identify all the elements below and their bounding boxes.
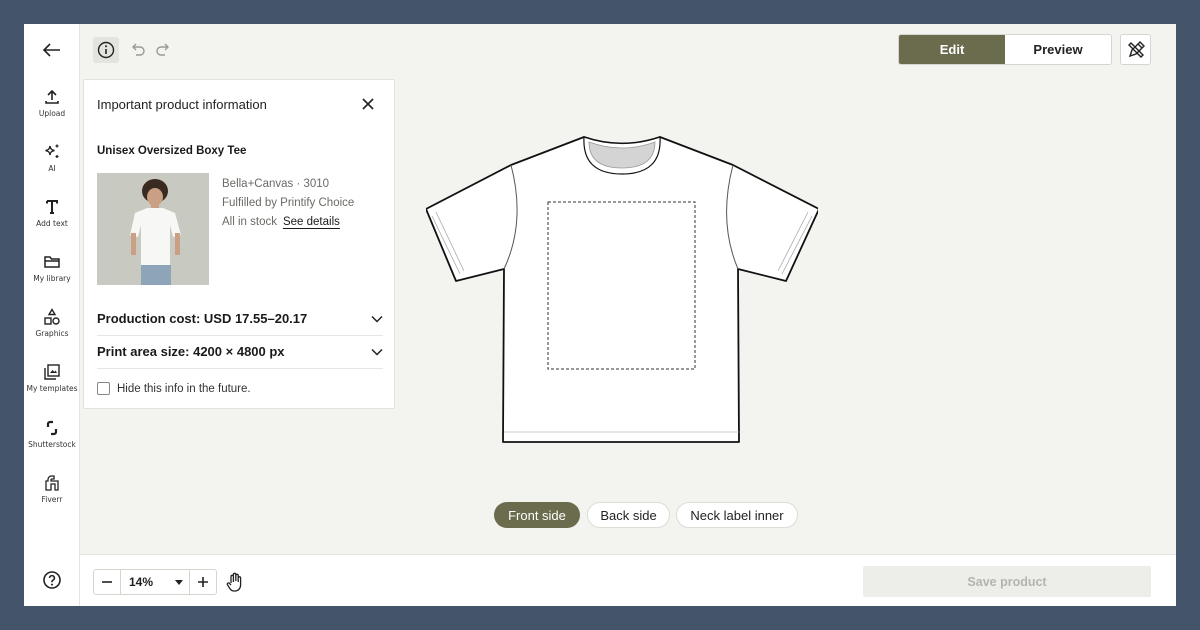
zoom-in-button[interactable] [190, 570, 216, 594]
folder-icon [44, 256, 60, 268]
sidebar-item-shutterstock[interactable]: Shutterstock [24, 419, 80, 463]
preview-button[interactable]: Preview [1005, 35, 1111, 64]
sidebar-item-fiverr[interactable]: Fiverr [24, 474, 80, 518]
hide-info-label: Hide this info in the future. [117, 382, 251, 395]
chevron-down-icon [371, 348, 383, 356]
arrow-left-icon [43, 43, 60, 57]
panel-title: Important product information [97, 97, 267, 112]
sidebar: Upload AI Add text My library Graphics M… [24, 24, 80, 606]
fulfillment-info: Fulfilled by Printify Choice [222, 197, 355, 209]
sidebar-item-my-library[interactable]: My library [24, 253, 80, 297]
stock-row: All in stock See details [222, 216, 340, 228]
sidebar-item-label: Graphics [35, 329, 69, 338]
product-info-panel: Important product information Unisex Ove… [83, 79, 395, 409]
hide-info-option[interactable]: Hide this info in the future. [97, 382, 251, 395]
info-button[interactable] [93, 37, 119, 63]
upload-icon [45, 89, 59, 104]
redo-icon [156, 43, 169, 56]
zoom-control: 14% [93, 569, 217, 595]
chevron-down-icon [371, 315, 383, 323]
redo-button[interactable] [150, 37, 176, 63]
tshirt-mockup [426, 136, 818, 443]
zoom-select[interactable]: 14% [120, 570, 190, 594]
plus-icon [198, 577, 208, 587]
fiverr-icon [45, 475, 59, 491]
save-product-button[interactable]: Save product [863, 566, 1151, 597]
help-icon[interactable] [42, 570, 62, 590]
sidebar-item-upload[interactable]: Upload [24, 88, 80, 132]
sidebar-item-label: Add text [36, 219, 68, 228]
neck-label-inner-tab[interactable]: Neck label inner [676, 502, 798, 528]
design-tools-button[interactable] [1120, 34, 1151, 65]
print-area-accordion[interactable]: Print area size: 4200 × 4800 px [97, 335, 383, 368]
print-area-label: Print area size: 4200 × 4800 px [97, 344, 285, 359]
sidebar-item-label: My library [33, 274, 71, 283]
design-editor: Upload AI Add text My library Graphics M… [24, 24, 1176, 606]
undo-button[interactable] [125, 37, 151, 63]
sparkles-icon [45, 144, 59, 158]
info-icon [97, 41, 115, 59]
front-side-tab[interactable]: Front side [494, 502, 580, 528]
divider [97, 368, 383, 369]
back-button[interactable] [38, 38, 66, 62]
text-icon [46, 200, 58, 214]
sidebar-item-label: Fiverr [41, 495, 63, 504]
sidebar-item-add-text[interactable]: Add text [24, 198, 80, 242]
brand-model: Bella+Canvas · 3010 [222, 178, 330, 190]
pencil-ruler-icon [1127, 40, 1145, 58]
bottom-toolbar: 14% Save product [80, 554, 1176, 606]
templates-icon [44, 364, 60, 380]
sidebar-item-my-templates[interactable]: My templates [24, 363, 80, 407]
shutterstock-icon [46, 420, 58, 436]
sidebar-item-ai[interactable]: AI [24, 143, 80, 187]
production-cost-accordion[interactable]: Production cost: USD 17.55–20.17 [97, 302, 383, 335]
close-icon[interactable] [360, 96, 376, 112]
see-details-link[interactable]: See details [283, 216, 340, 228]
sidebar-item-label: Shutterstock [28, 440, 76, 449]
production-cost-label: Production cost: USD 17.55–20.17 [97, 311, 308, 326]
shapes-icon [44, 308, 60, 325]
edit-button[interactable]: Edit [899, 35, 1005, 64]
sidebar-item-label: Upload [38, 109, 66, 118]
sidebar-item-label: My templates [26, 384, 78, 393]
sidebar-item-graphics[interactable]: Graphics [24, 308, 80, 352]
caret-down-icon [175, 579, 183, 585]
product-name: Unisex Oversized Boxy Tee [97, 145, 247, 157]
design-canvas: Edit Preview Important product informati… [80, 24, 1176, 554]
stock-status: All in stock [222, 216, 277, 228]
product-photo [97, 173, 209, 285]
sidebar-item-label: AI [48, 164, 56, 173]
zoom-value: 14% [129, 575, 154, 589]
hand-tool-icon[interactable] [224, 571, 246, 593]
minus-icon [102, 581, 112, 583]
hide-info-checkbox[interactable] [97, 382, 110, 395]
undo-icon [132, 43, 145, 56]
back-side-tab[interactable]: Back side [587, 502, 670, 528]
mode-toggle: Edit Preview [898, 34, 1112, 65]
zoom-out-button[interactable] [94, 570, 120, 594]
